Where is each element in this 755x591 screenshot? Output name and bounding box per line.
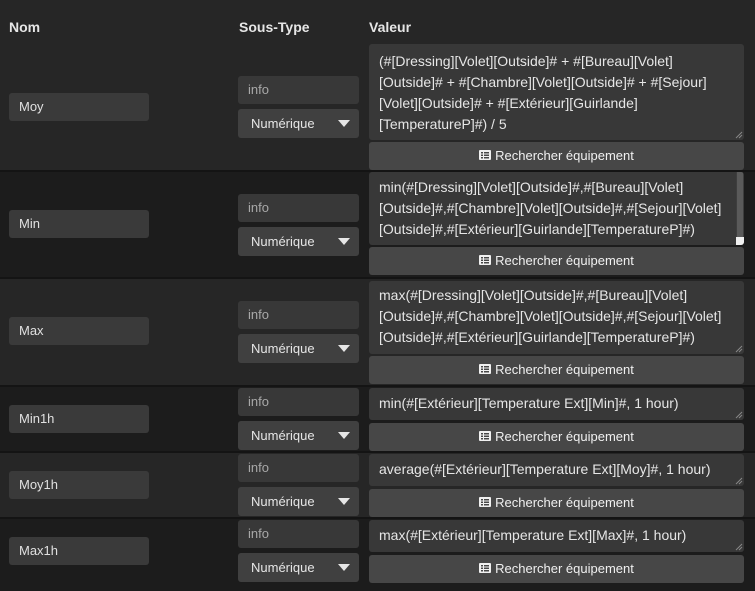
caret-down-icon xyxy=(338,120,350,127)
subtype-select[interactable]: Numérique xyxy=(238,227,359,256)
scrollbar[interactable] xyxy=(736,172,744,245)
subtype-select-value: Numérique xyxy=(251,341,315,356)
value-textarea[interactable]: max(#[Extérieur][Temperature Ext][Max]#,… xyxy=(369,520,744,552)
search-equipment-label: Rechercher équipement xyxy=(495,429,634,444)
column-header-valeur: Valeur xyxy=(369,19,412,35)
caret-down-icon xyxy=(338,498,350,505)
resize-grip-icon[interactable] xyxy=(736,237,744,245)
name-field[interactable]: Max1h xyxy=(9,537,149,565)
value-textarea[interactable]: (#[Dressing][Volet][Outside]# + #[Bureau… xyxy=(369,44,744,140)
search-equipment-label: Rechercher équipement xyxy=(495,253,634,268)
resize-grip-icon[interactable] xyxy=(735,345,743,353)
subtype-select[interactable]: Numérique xyxy=(238,334,359,363)
value-textarea[interactable]: average(#[Extérieur][Temperature Ext][Mo… xyxy=(369,454,744,486)
caret-down-icon xyxy=(338,345,350,352)
value-text: max(#[Dressing][Volet][Outside]#,#[Burea… xyxy=(379,287,722,345)
subtype-select[interactable]: Numérique xyxy=(238,109,359,138)
subtype-select-value: Numérique xyxy=(251,234,315,249)
list-icon xyxy=(479,247,492,275)
caret-down-icon xyxy=(338,238,350,245)
resize-grip-icon[interactable] xyxy=(735,543,743,551)
name-field[interactable]: Moy xyxy=(9,93,149,121)
column-header-sous-type: Sous-Type xyxy=(239,19,310,35)
list-icon xyxy=(479,555,492,583)
value-textarea[interactable]: max(#[Dressing][Volet][Outside]#,#[Burea… xyxy=(369,281,744,354)
value-textarea[interactable]: min(#[Extérieur][Temperature Ext][Min]#,… xyxy=(369,388,744,420)
search-equipment-label: Rechercher équipement xyxy=(495,495,634,510)
scrollbar-thumb[interactable] xyxy=(737,172,743,237)
resize-grip-icon[interactable] xyxy=(735,131,743,139)
table-row: Max info Numérique max(#[Dressing][Volet… xyxy=(0,279,755,385)
list-icon xyxy=(479,489,492,517)
search-equipment-label: Rechercher équipement xyxy=(495,148,634,163)
resize-grip-icon[interactable] xyxy=(735,477,743,485)
name-field[interactable]: Max xyxy=(9,317,149,345)
list-icon xyxy=(479,142,492,170)
subtype-select[interactable]: Numérique xyxy=(238,553,359,582)
search-equipment-button[interactable]: Rechercher équipement xyxy=(369,247,744,275)
name-field[interactable]: Min xyxy=(9,210,149,238)
search-equipment-button[interactable]: Rechercher équipement xyxy=(369,142,744,170)
table-row: Min1h info Numérique min(#[Extérieur][Te… xyxy=(0,387,755,451)
name-field[interactable]: Min1h xyxy=(9,405,149,433)
search-equipment-button[interactable]: Rechercher équipement xyxy=(369,489,744,517)
type-field[interactable]: info xyxy=(238,76,359,104)
resize-grip-icon[interactable] xyxy=(735,411,743,419)
type-field[interactable]: info xyxy=(238,301,359,329)
search-equipment-label: Rechercher équipement xyxy=(495,561,634,576)
caret-down-icon xyxy=(338,564,350,571)
subtype-select[interactable]: Numérique xyxy=(238,487,359,516)
value-text: (#[Dressing][Volet][Outside]# + #[Bureau… xyxy=(379,53,707,132)
list-icon xyxy=(479,356,492,384)
search-equipment-label: Rechercher équipement xyxy=(495,362,634,377)
subtype-select-value: Numérique xyxy=(251,560,315,575)
table-row: Max1h info Numérique max(#[Extérieur][Te… xyxy=(0,519,755,591)
subtype-select-value: Numérique xyxy=(251,116,315,131)
value-text: min(#[Extérieur][Temperature Ext][Min]#,… xyxy=(379,395,679,411)
search-equipment-button[interactable]: Rechercher équipement xyxy=(369,356,744,384)
table-header: Nom Sous-Type Valeur xyxy=(0,0,755,42)
subtype-select-value: Numérique xyxy=(251,494,315,509)
type-field[interactable]: info xyxy=(238,194,359,222)
table-row: Moy1h info Numérique average(#[Extérieur… xyxy=(0,453,755,517)
value-text: average(#[Extérieur][Temperature Ext][Mo… xyxy=(379,461,711,477)
table-row: Min info Numérique min(#[Dressing][Volet… xyxy=(0,172,755,277)
table-row: Moy info Numérique (#[Dressing][Volet][O… xyxy=(0,42,755,170)
value-textarea[interactable]: min(#[Dressing][Volet][Outside]#,#[Burea… xyxy=(369,172,744,245)
subtype-select[interactable]: Numérique xyxy=(238,421,359,450)
caret-down-icon xyxy=(338,432,350,439)
list-icon xyxy=(479,423,492,451)
column-header-nom: Nom xyxy=(9,19,41,35)
subtype-select-value: Numérique xyxy=(251,428,315,443)
value-text: max(#[Extérieur][Temperature Ext][Max]#,… xyxy=(379,527,687,543)
type-field[interactable]: info xyxy=(238,454,359,482)
name-field[interactable]: Moy1h xyxy=(9,471,149,499)
type-field[interactable]: info xyxy=(238,388,359,416)
search-equipment-button[interactable]: Rechercher équipement xyxy=(369,555,744,583)
type-field[interactable]: info xyxy=(238,520,359,548)
value-text: min(#[Dressing][Volet][Outside]#,#[Burea… xyxy=(379,179,722,237)
search-equipment-button[interactable]: Rechercher équipement xyxy=(369,423,744,451)
